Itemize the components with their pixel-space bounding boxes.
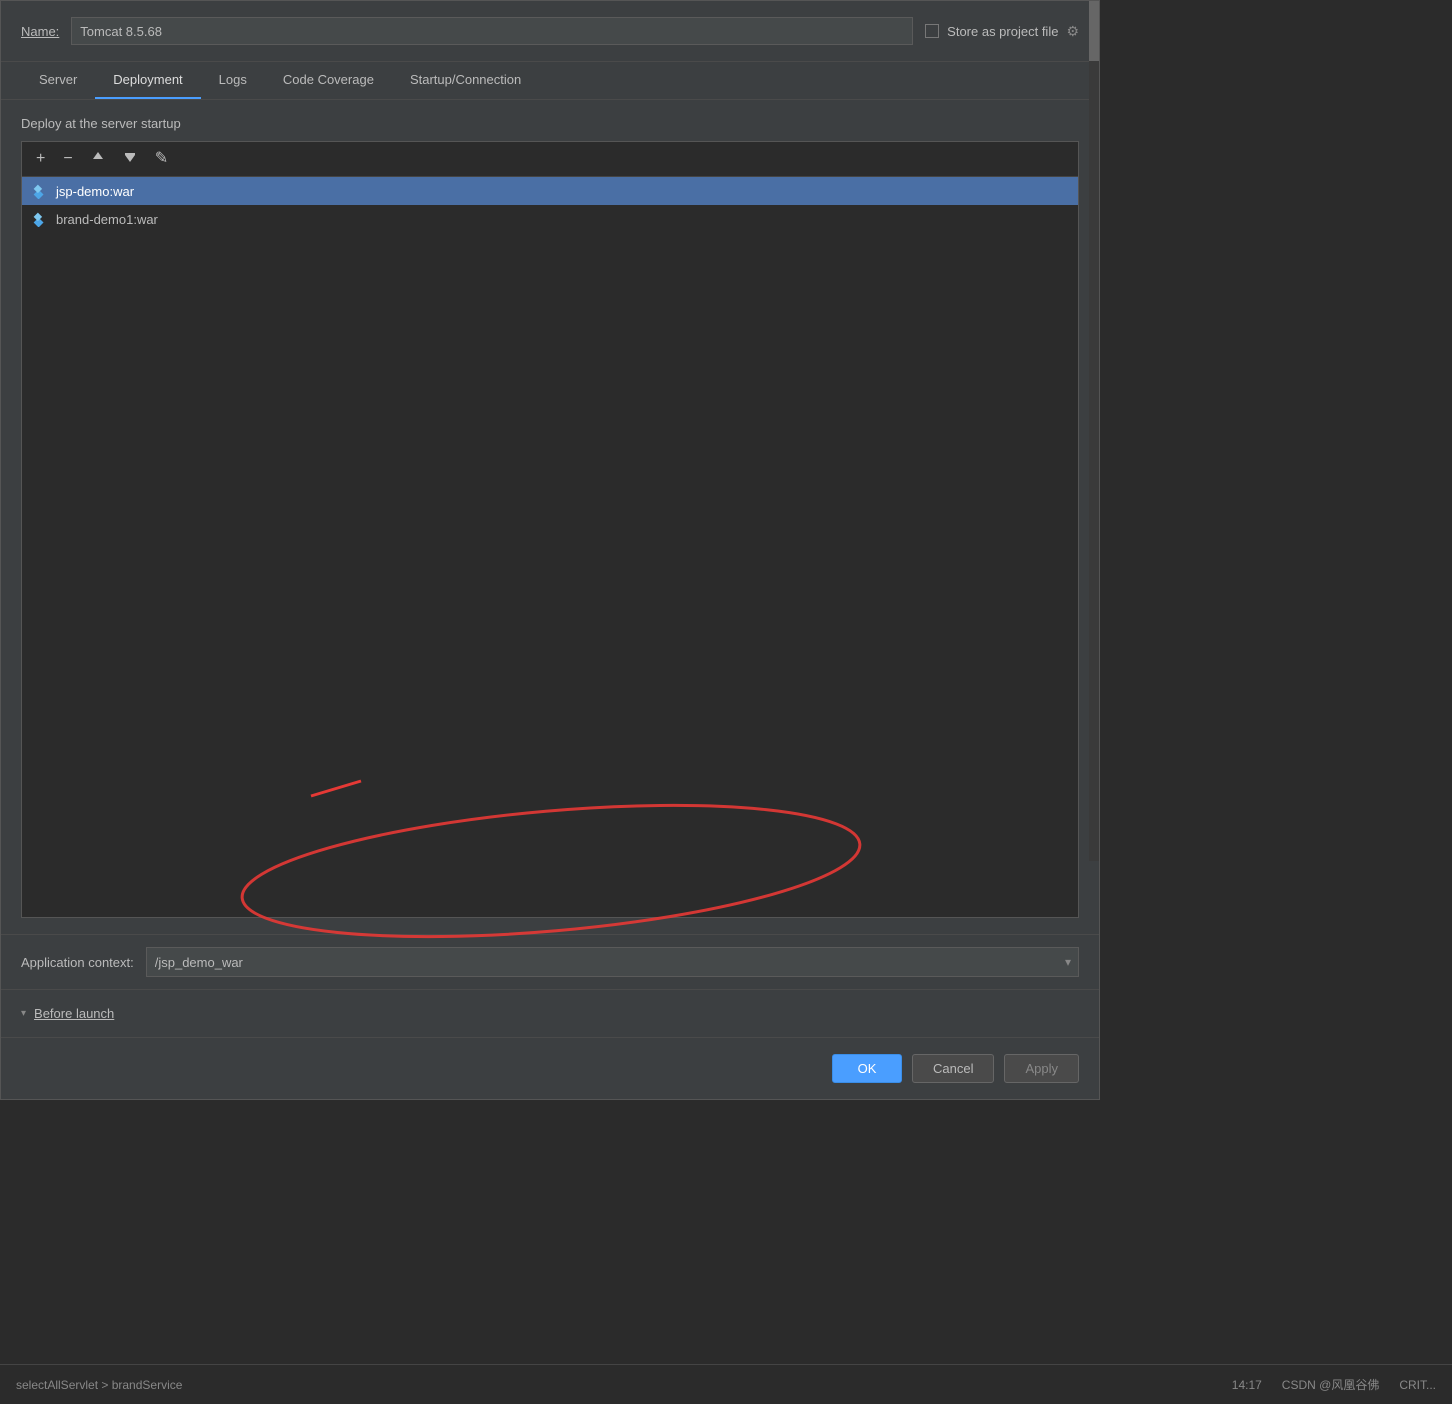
tab-server[interactable]: Server bbox=[21, 62, 95, 99]
header-row: Name: Store as project file ⚙ bbox=[1, 1, 1099, 62]
tabs-row: Server Deployment Logs Code Coverage Sta… bbox=[1, 62, 1099, 100]
list-item-label-1: jsp-demo:war bbox=[56, 184, 134, 199]
list-item[interactable]: jsp-demo:war bbox=[22, 177, 1078, 205]
main-content: Deploy at the server startup + − ✎ bbox=[1, 100, 1099, 934]
before-launch-toggle[interactable]: ▾ Before launch bbox=[21, 1006, 1079, 1021]
war-icon-1 bbox=[32, 183, 48, 199]
app-context-input[interactable] bbox=[146, 947, 1079, 977]
move-down-button[interactable] bbox=[119, 148, 141, 170]
app-context-label: Application context: bbox=[21, 955, 134, 970]
app-context-row: Application context: ▾ bbox=[1, 934, 1099, 989]
status-bar-left: selectAllServlet > brandService bbox=[16, 1378, 182, 1392]
list-item-label-2: brand-demo1:war bbox=[56, 212, 158, 227]
edit-button[interactable]: ✎ bbox=[151, 149, 172, 169]
tab-deployment[interactable]: Deployment bbox=[95, 62, 200, 99]
chevron-icon: ▾ bbox=[21, 1008, 26, 1019]
add-button[interactable]: + bbox=[32, 149, 49, 169]
move-up-button[interactable] bbox=[87, 148, 109, 170]
status-crit: CRIT... bbox=[1399, 1378, 1436, 1392]
cancel-button[interactable]: Cancel bbox=[912, 1054, 994, 1083]
list-item[interactable]: brand-demo1:war bbox=[22, 205, 1078, 233]
deployment-list: jsp-demo:war brand-demo1:war bbox=[22, 177, 1078, 917]
scrollbar-thumb[interactable] bbox=[1089, 1, 1099, 61]
status-user: CSDN @风凰谷佛 bbox=[1282, 1376, 1380, 1393]
app-context-input-wrapper: ▾ bbox=[146, 947, 1079, 977]
store-project-area: Store as project file ⚙ bbox=[925, 23, 1079, 40]
section-title: Deploy at the server startup bbox=[21, 116, 1079, 131]
deployment-panel: + − ✎ bbox=[21, 141, 1079, 918]
store-project-label: Store as project file bbox=[947, 24, 1058, 39]
tab-startup-connection[interactable]: Startup/Connection bbox=[392, 62, 539, 99]
tab-logs[interactable]: Logs bbox=[201, 62, 265, 99]
remove-button[interactable]: − bbox=[59, 149, 76, 169]
war-icon-2 bbox=[32, 211, 48, 227]
tab-code-coverage[interactable]: Code Coverage bbox=[265, 62, 392, 99]
bottom-buttons: OK Cancel Apply bbox=[1, 1037, 1099, 1099]
status-time: 14:17 bbox=[1232, 1378, 1262, 1392]
toolbar-row: + − ✎ bbox=[22, 142, 1078, 177]
ok-button[interactable]: OK bbox=[832, 1054, 902, 1083]
scrollbar-track[interactable] bbox=[1089, 1, 1099, 861]
dialog: Name: Store as project file ⚙ Server Dep… bbox=[0, 0, 1100, 1100]
status-bar-right: 14:17 CSDN @风凰谷佛 CRIT... bbox=[1232, 1376, 1436, 1393]
name-input[interactable] bbox=[71, 17, 913, 45]
store-project-checkbox[interactable] bbox=[925, 24, 939, 38]
before-launch-label: Before launch bbox=[34, 1006, 114, 1021]
gear-icon-button[interactable]: ⚙ bbox=[1066, 23, 1079, 40]
before-launch-section: ▾ Before launch bbox=[1, 989, 1099, 1037]
name-label: Name: bbox=[21, 24, 59, 39]
apply-button[interactable]: Apply bbox=[1004, 1054, 1079, 1083]
status-bar: selectAllServlet > brandService 14:17 CS… bbox=[0, 1364, 1452, 1404]
